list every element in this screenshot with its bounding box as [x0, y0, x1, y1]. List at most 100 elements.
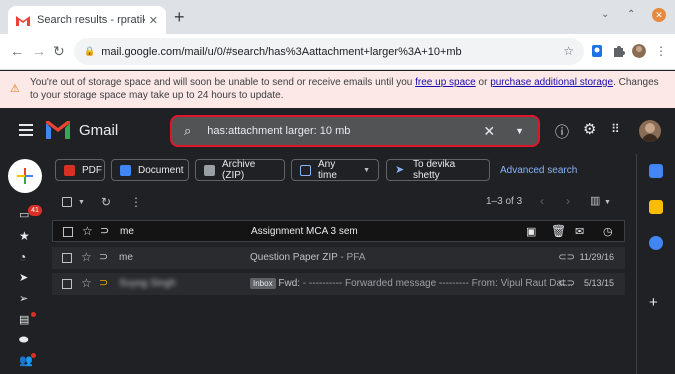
chip-archive[interactable]: Archive (ZIP): [195, 159, 285, 181]
pagination-text: 1–3 of 3: [486, 196, 523, 207]
row-checkbox[interactable]: [62, 279, 72, 289]
email-date: 11/29/16: [579, 252, 614, 262]
drafts-notification-dot: [31, 312, 36, 317]
back-icon[interactable]: ←: [10, 42, 24, 60]
email-subject: Fwd:: [278, 278, 301, 289]
main-menu-icon[interactable]: [19, 124, 33, 136]
next-page-icon[interactable]: ›: [566, 194, 570, 208]
side-panel: +: [636, 154, 675, 374]
extension-icon[interactable]: [590, 44, 604, 58]
archive-action-icon[interactable]: ▣: [526, 225, 536, 238]
starred-icon[interactable]: ★: [19, 229, 30, 243]
clear-search-icon[interactable]: ✕: [483, 123, 495, 140]
gmail-favicon-icon: [16, 15, 30, 26]
tab-search-icon[interactable]: ⌄: [601, 9, 609, 20]
compose-button[interactable]: [8, 159, 42, 193]
gmail-header: Gmail ⌕ has:attachment larger: 10 mb ✕ ▼…: [0, 108, 675, 154]
keep-app-icon[interactable]: [649, 200, 663, 214]
star-icon[interactable]: ☆: [81, 276, 92, 290]
search-icon[interactable]: ⌕: [184, 123, 191, 139]
free-up-space-link[interactable]: free up space: [415, 77, 476, 88]
reload-icon[interactable]: ↻: [53, 42, 65, 60]
previous-page-icon[interactable]: ‹: [540, 194, 544, 208]
sent-icon[interactable]: ➢: [19, 292, 28, 305]
url-text: mail.google.com/mail/u/0/#search/has%3Aa…: [101, 45, 462, 58]
search-input[interactable]: has:attachment larger: 10 mb: [207, 125, 483, 137]
new-tab-button[interactable]: +: [174, 7, 185, 27]
lock-icon[interactable]: 🔒: [84, 46, 95, 57]
address-bar[interactable]: 🔒 mail.google.com/mail/u/0/#search/has%3…: [74, 38, 584, 65]
snoozed-clock-icon[interactable]: ◔: [19, 250, 26, 264]
importance-marker-icon[interactable]: ⊃: [100, 224, 109, 237]
email-sender: me: [120, 226, 134, 237]
search-bar[interactable]: ⌕ has:attachment larger: 10 mb ✕ ▼: [170, 115, 540, 147]
settings-gear-icon[interactable]: ⚙: [583, 120, 596, 138]
pdf-icon: [64, 164, 75, 176]
maximize-icon[interactable]: ⌃: [627, 9, 635, 20]
document-icon: [120, 164, 131, 176]
inbox-unread-badge: 41: [28, 205, 42, 216]
attachment-icon: ⊂⊃: [558, 278, 575, 289]
email-row[interactable]: ☆ ⊃ me Assignment MCA 3 sem ▣ 🗑 ✉ ◷: [52, 220, 625, 242]
drafts-icon[interactable]: ▤: [19, 313, 29, 326]
email-row[interactable]: ☆ ⊃ Suyog Singh Inbox Fwd: - ---------- …: [52, 273, 625, 295]
mark-read-icon[interactable]: ✉: [575, 225, 584, 238]
archive-icon: [204, 164, 215, 176]
importance-marker-icon[interactable]: ⊃: [99, 276, 108, 289]
star-icon[interactable]: ☆: [82, 224, 93, 238]
gmail-wordmark: Gmail: [79, 122, 119, 139]
account-avatar[interactable]: [639, 120, 661, 142]
inbox-label-chip[interactable]: Inbox: [250, 278, 276, 289]
row-checkbox[interactable]: [62, 253, 72, 263]
more-actions-icon[interactable]: ⋮: [130, 195, 142, 209]
label-icon[interactable]: ⬬: [19, 334, 28, 347]
bookmark-star-icon[interactable]: ☆: [563, 44, 574, 58]
profile-icon[interactable]: [632, 44, 646, 58]
select-dropdown-icon[interactable]: ▼: [78, 199, 85, 206]
send-icon: ➤: [395, 163, 405, 176]
attachment-icon: ⊂⊃: [558, 252, 575, 263]
add-addon-icon[interactable]: +: [649, 294, 658, 311]
tasks-app-icon[interactable]: [649, 236, 663, 250]
advanced-search-link[interactable]: Advanced search: [500, 165, 577, 176]
chip-any-time[interactable]: Any time ▼: [291, 159, 379, 181]
browser-tab[interactable]: Search results - rpratik786@g ✕: [8, 6, 166, 34]
select-all-checkbox[interactable]: [62, 197, 72, 210]
calendar-app-icon[interactable]: [649, 164, 663, 178]
banner-text-start: You're out of storage space and will soo…: [30, 77, 416, 88]
importance-marker-icon[interactable]: ⊃: [99, 250, 108, 263]
chip-pdf[interactable]: PDF: [55, 159, 105, 181]
apps-grid-icon[interactable]: ⠿: [611, 122, 620, 136]
email-row[interactable]: ☆ ⊃ me Question Paper ZIP - PFA ⊂⊃ 11/29…: [52, 247, 625, 269]
email-subject: Question Paper ZIP: [250, 252, 338, 263]
email-sender: Suyog Singh: [119, 278, 176, 289]
extensions-puzzle-icon[interactable]: [611, 44, 625, 58]
search-options-icon[interactable]: ▼: [515, 126, 524, 136]
chip-to-recipient[interactable]: ➤ To devika shetty: [386, 159, 490, 181]
storage-warning-banner: ⚠ You're out of storage space and will s…: [0, 71, 675, 108]
gmail-logo-icon[interactable]: [46, 121, 70, 139]
email-sender: me: [119, 252, 133, 263]
browser-menu-icon[interactable]: ⋮: [655, 42, 667, 60]
window-close-button[interactable]: ✕: [652, 8, 666, 22]
purchase-storage-link[interactable]: purchase additional storage: [490, 77, 613, 88]
email-date: 5/13/15: [583, 278, 614, 288]
help-icon[interactable]: ⓘ: [555, 122, 569, 142]
chevron-down-icon: ▼: [363, 166, 370, 174]
browser-toolbar: ← → ↻ 🔒 mail.google.com/mail/u/0/#search…: [0, 34, 675, 70]
snooze-icon[interactable]: ◷: [603, 225, 613, 238]
forward-icon[interactable]: →: [32, 42, 46, 60]
chip-document[interactable]: Document: [111, 159, 189, 181]
email-subject-line: Question Paper ZIP - PFA: [250, 252, 365, 263]
email-snippet: - ---------- Forwarded message ---------…: [300, 278, 574, 289]
refresh-icon[interactable]: ↻: [101, 195, 111, 209]
row-checkbox[interactable]: [63, 227, 73, 237]
email-subject: Assignment MCA 3 sem: [251, 226, 358, 237]
delete-icon[interactable]: 🗑: [551, 224, 566, 238]
browser-tab-strip: Search results - rpratik786@g ✕ + ⌄ ⌃ ✕: [0, 0, 675, 34]
important-icon[interactable]: ➤: [19, 271, 28, 284]
split-pane-icon[interactable]: ▥: [590, 194, 600, 207]
star-icon[interactable]: ☆: [81, 250, 92, 264]
tab-close-icon[interactable]: ✕: [149, 14, 158, 27]
split-dropdown-icon[interactable]: ▼: [604, 199, 611, 206]
